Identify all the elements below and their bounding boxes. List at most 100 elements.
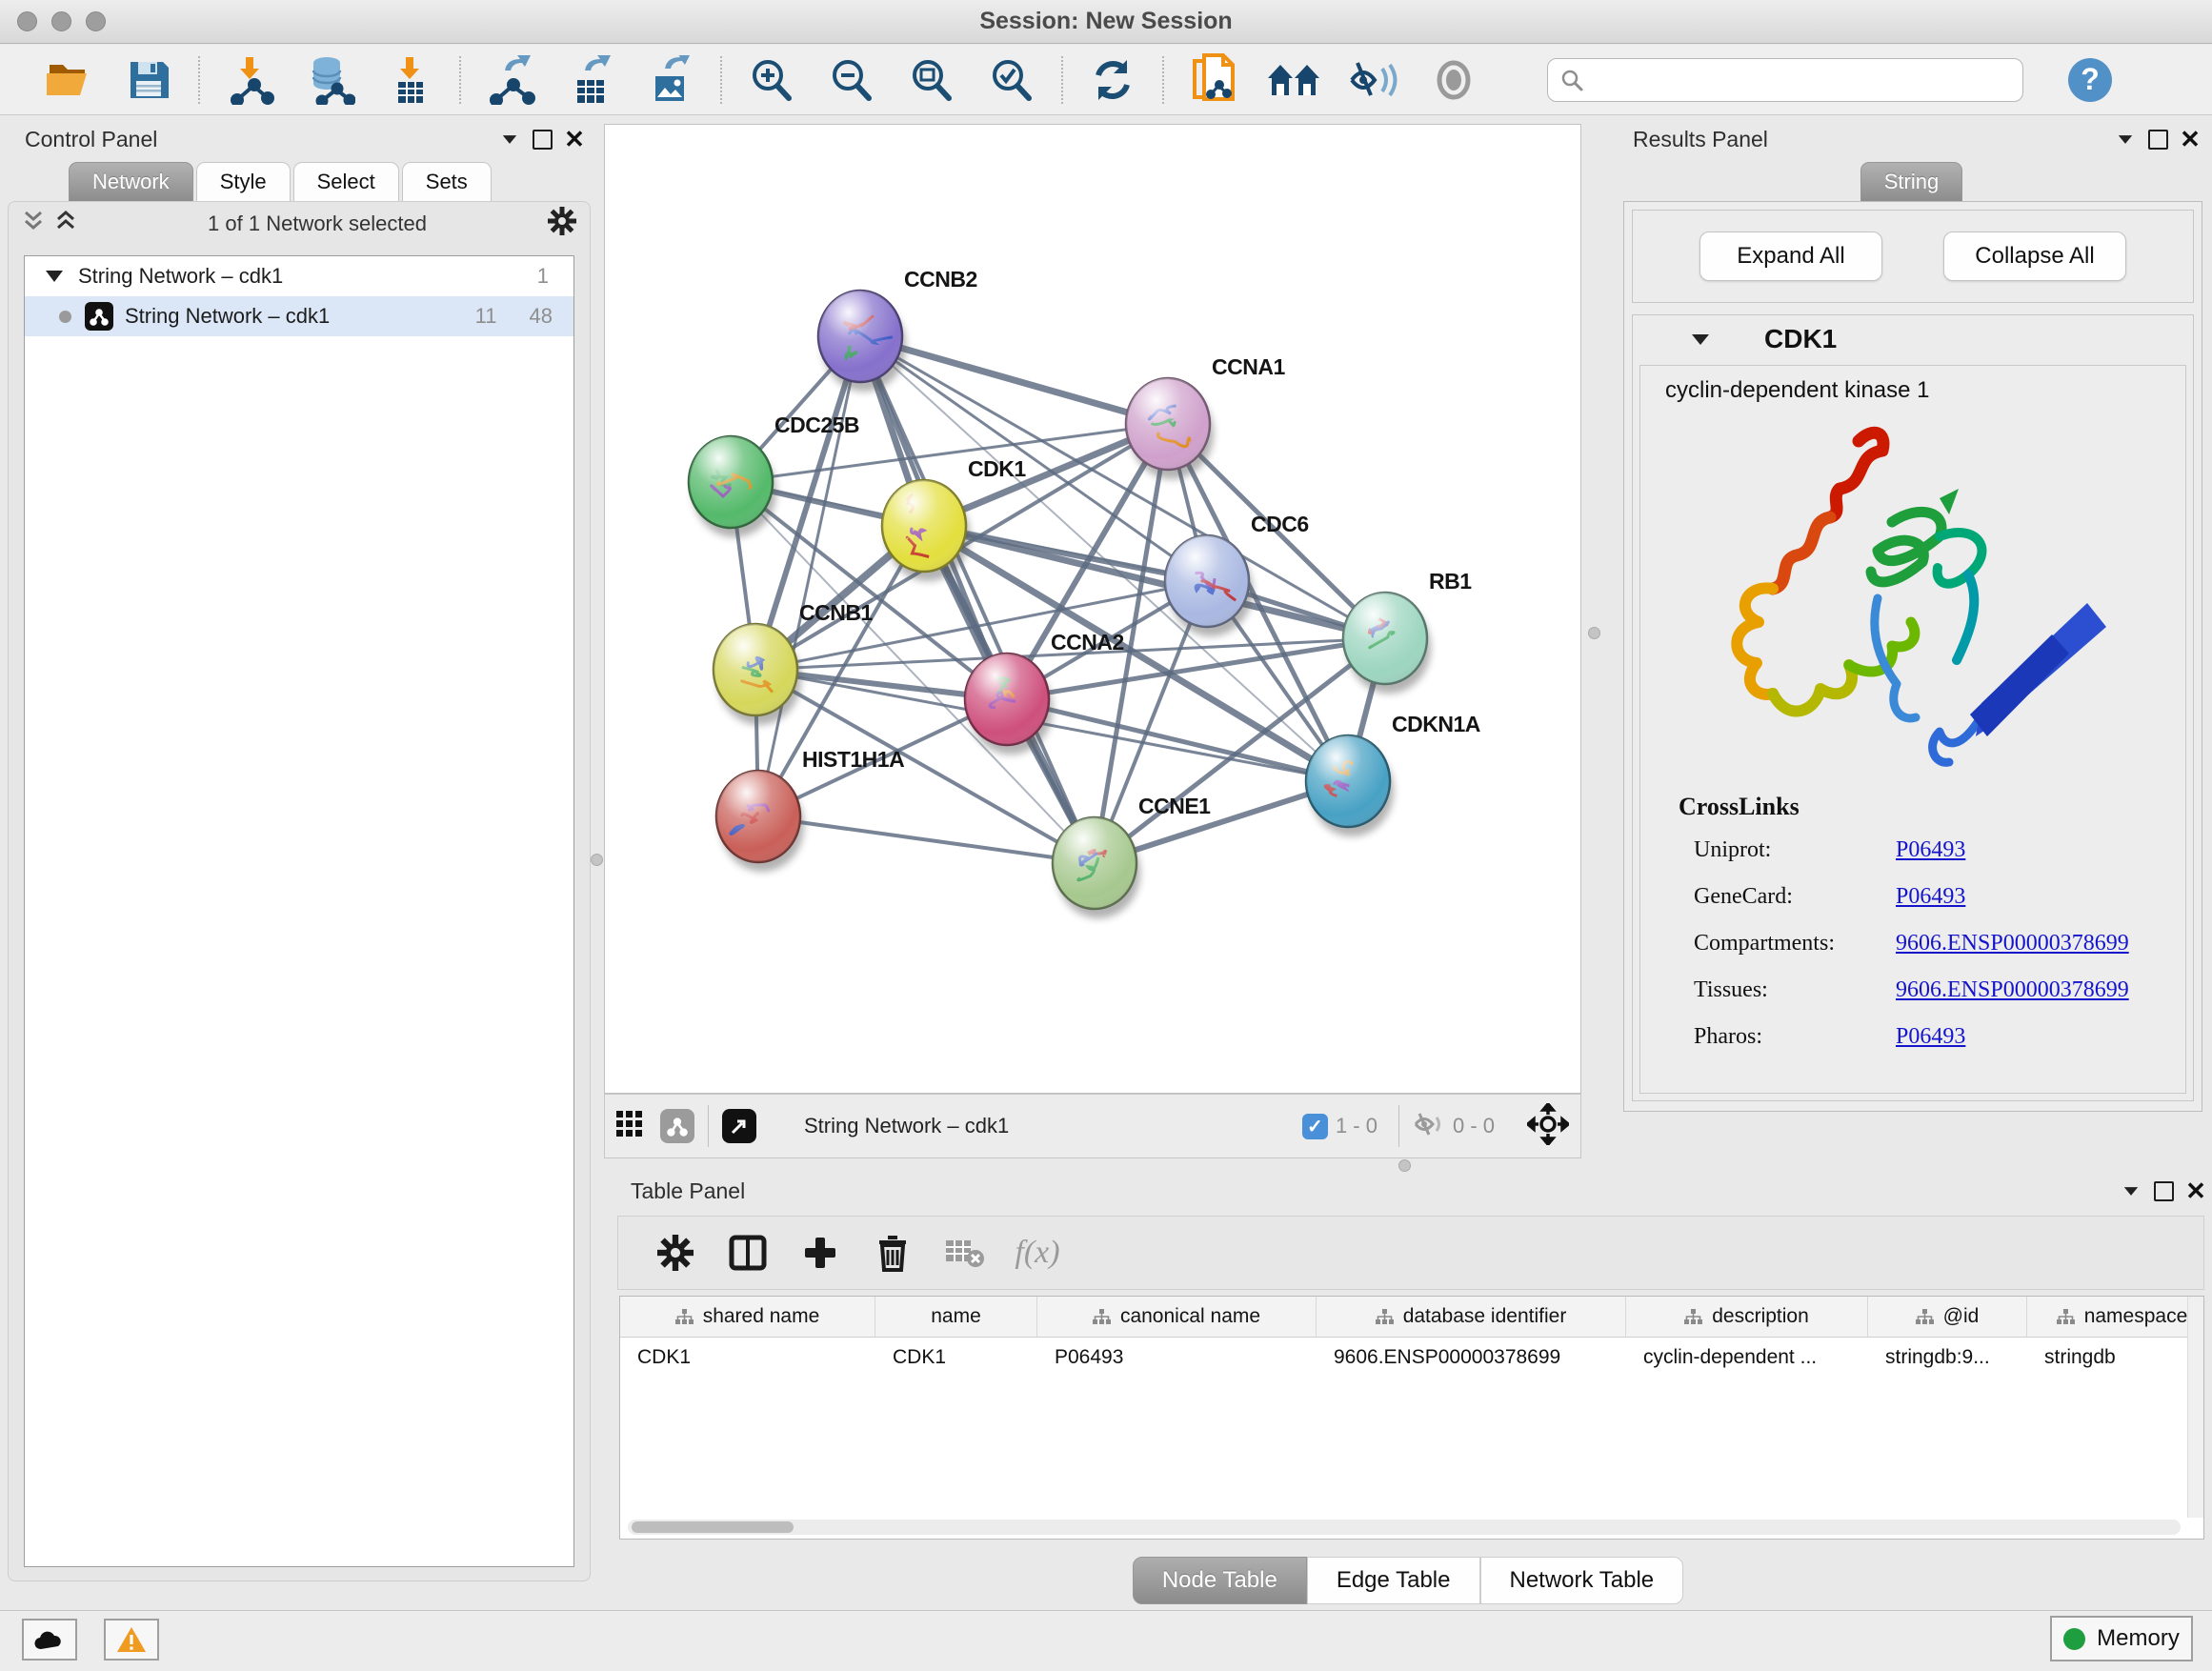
column-header-database-identifier[interactable]: database identifier (1317, 1297, 1626, 1337)
selected-indicator-checkbox[interactable]: ✓ (1302, 1114, 1328, 1139)
tab-select[interactable]: Select (293, 162, 399, 201)
delete-table-icon[interactable] (929, 1224, 1001, 1281)
left-splitter-handle[interactable] (591, 854, 603, 866)
protein-section: CDK1 cyclin-dependent kinase 1 CrossLink… (1632, 314, 2194, 1101)
network-node-rb1[interactable] (1343, 593, 1427, 684)
network-graph[interactable]: CCNB2CCNA1CDC25BCDK1CDC6RB1CCNB1CCNA2CDK… (605, 125, 1580, 1093)
first-neighbors-button[interactable] (1254, 50, 1334, 111)
zoom-in-button[interactable] (732, 50, 812, 111)
network-node-cdk1[interactable] (882, 480, 966, 572)
column-header-canonical-name[interactable]: canonical name (1037, 1297, 1317, 1337)
collapse-all-icon[interactable] (22, 209, 45, 239)
expand-all-button[interactable]: Expand All (1699, 232, 1882, 281)
panel-menu-icon[interactable] (2115, 1179, 2147, 1202)
scrollbar-thumb[interactable] (632, 1521, 794, 1533)
birdseye-view-icon[interactable] (722, 1109, 756, 1143)
create-column-icon[interactable] (784, 1224, 856, 1281)
panel-menu-icon[interactable] (2109, 128, 2142, 151)
network-node-cdkn1a[interactable] (1306, 735, 1390, 827)
network-collection-row[interactable]: String Network – cdk1 1 (25, 256, 573, 296)
export-table-button[interactable] (551, 50, 631, 111)
network-node-cdc25b[interactable] (689, 436, 773, 528)
tab-style[interactable]: Style (196, 162, 291, 201)
column-label: database identifier (1403, 1305, 1567, 1328)
hide-selected-button[interactable] (1334, 50, 1414, 111)
delete-column-trash-icon[interactable] (856, 1224, 929, 1281)
collection-disclosure-icon[interactable] (46, 271, 63, 282)
float-panel-icon[interactable] (526, 128, 558, 151)
protein-section-header[interactable]: CDK1 (1633, 315, 2193, 363)
warnings-button[interactable] (104, 1619, 159, 1661)
table-settings-gear-icon[interactable] (639, 1224, 712, 1281)
pan-crosshair-icon[interactable] (1527, 1103, 1569, 1150)
save-session-button[interactable] (109, 50, 189, 111)
close-panel-icon[interactable]: ✕ (558, 128, 591, 151)
search-input[interactable] (1584, 67, 1998, 93)
function-builder-icon[interactable]: f(x) (1001, 1224, 1074, 1281)
string-style-icon[interactable] (660, 1109, 694, 1143)
network-options-gear-icon[interactable] (548, 207, 576, 241)
export-image-button[interactable] (631, 50, 711, 111)
network-edge[interactable] (860, 336, 1095, 863)
network-node-ccnb1[interactable] (714, 624, 797, 715)
network-node-hist1h1a[interactable] (716, 771, 800, 862)
import-network-file-button[interactable] (210, 50, 290, 111)
import-table-button[interactable] (370, 50, 450, 111)
import-network-database-button[interactable] (290, 50, 370, 111)
column-header-description[interactable]: description (1626, 1297, 1868, 1337)
network-edge[interactable] (758, 336, 860, 816)
tab-edge-table[interactable]: Edge Table (1307, 1557, 1480, 1604)
right-splitter-handle[interactable] (1588, 627, 1600, 639)
zoom-fit-button[interactable] (892, 50, 972, 111)
collapse-all-button[interactable]: Collapse All (1943, 232, 2126, 281)
zoom-selected-button[interactable] (972, 50, 1052, 111)
crosslink-link[interactable]: 9606.ENSP00000378699 (1896, 977, 2129, 1003)
close-panel-icon[interactable]: ✕ (2180, 1179, 2212, 1202)
show-all-button[interactable] (1414, 50, 1494, 111)
zoom-out-button[interactable] (812, 50, 892, 111)
network-node-cdc6[interactable] (1165, 535, 1249, 627)
network-edge[interactable] (860, 336, 1168, 424)
grid-view-icon[interactable] (616, 1111, 643, 1142)
network-node-ccne1[interactable] (1053, 817, 1136, 909)
network-node-ccna2[interactable] (965, 654, 1049, 745)
crosslink-link[interactable]: 9606.ENSP00000378699 (1896, 931, 2129, 956)
column-header--id[interactable]: @id (1868, 1297, 2027, 1337)
crosslink-link[interactable]: P06493 (1896, 837, 1965, 863)
tab-network-table[interactable]: Network Table (1480, 1557, 1684, 1604)
network-row[interactable]: String Network – cdk1 11 48 (25, 296, 573, 336)
open-file-button[interactable] (29, 50, 109, 111)
network-node-ccnb2[interactable] (818, 291, 902, 382)
expand-all-icon[interactable] (54, 209, 77, 239)
cloud-button[interactable] (22, 1619, 77, 1661)
tab-node-table[interactable]: Node Table (1133, 1557, 1307, 1604)
search-box[interactable] (1547, 58, 2023, 102)
network-node-ccna1[interactable] (1126, 378, 1210, 470)
tab-sets[interactable]: Sets (402, 162, 492, 201)
show-columns-icon[interactable] (712, 1224, 784, 1281)
crosslink-link[interactable]: P06493 (1896, 1024, 1965, 1050)
section-disclosure-icon[interactable] (1692, 334, 1709, 345)
column-header-name[interactable]: name (875, 1297, 1037, 1337)
table-row[interactable]: CDK1CDK1P064939606.ENSP00000378699cyclin… (620, 1338, 2203, 1378)
column-header-shared-name[interactable]: shared name (620, 1297, 875, 1337)
clone-network-button[interactable] (1174, 50, 1254, 111)
refresh-layout-button[interactable] (1073, 50, 1153, 111)
float-panel-icon[interactable] (2142, 128, 2174, 151)
tab-string[interactable]: String (1860, 162, 1962, 201)
float-panel-icon[interactable] (2147, 1179, 2180, 1202)
column-header-namespace[interactable]: namespace (2027, 1297, 2204, 1337)
tab-network[interactable]: Network (69, 162, 193, 201)
network-selection-status: 1 of 1 Network selected (87, 211, 548, 236)
help-button[interactable]: ? (2050, 50, 2130, 111)
network-canvas[interactable]: CCNB2CCNA1CDC25BCDK1CDC6RB1CCNB1CCNA2CDK… (604, 124, 1581, 1094)
close-panel-icon[interactable]: ✕ (2174, 128, 2206, 151)
crosslink-link[interactable]: P06493 (1896, 884, 1965, 910)
table-vertical-scrollbar[interactable] (2187, 1297, 2203, 1518)
bottom-splitter-handle[interactable] (1398, 1159, 1411, 1172)
network-edge[interactable] (758, 816, 1095, 863)
panel-menu-icon[interactable] (493, 128, 526, 151)
memory-button[interactable]: Memory (2050, 1616, 2193, 1661)
export-network-button[interactable] (471, 50, 551, 111)
table-horizontal-scrollbar[interactable] (628, 1520, 2181, 1535)
